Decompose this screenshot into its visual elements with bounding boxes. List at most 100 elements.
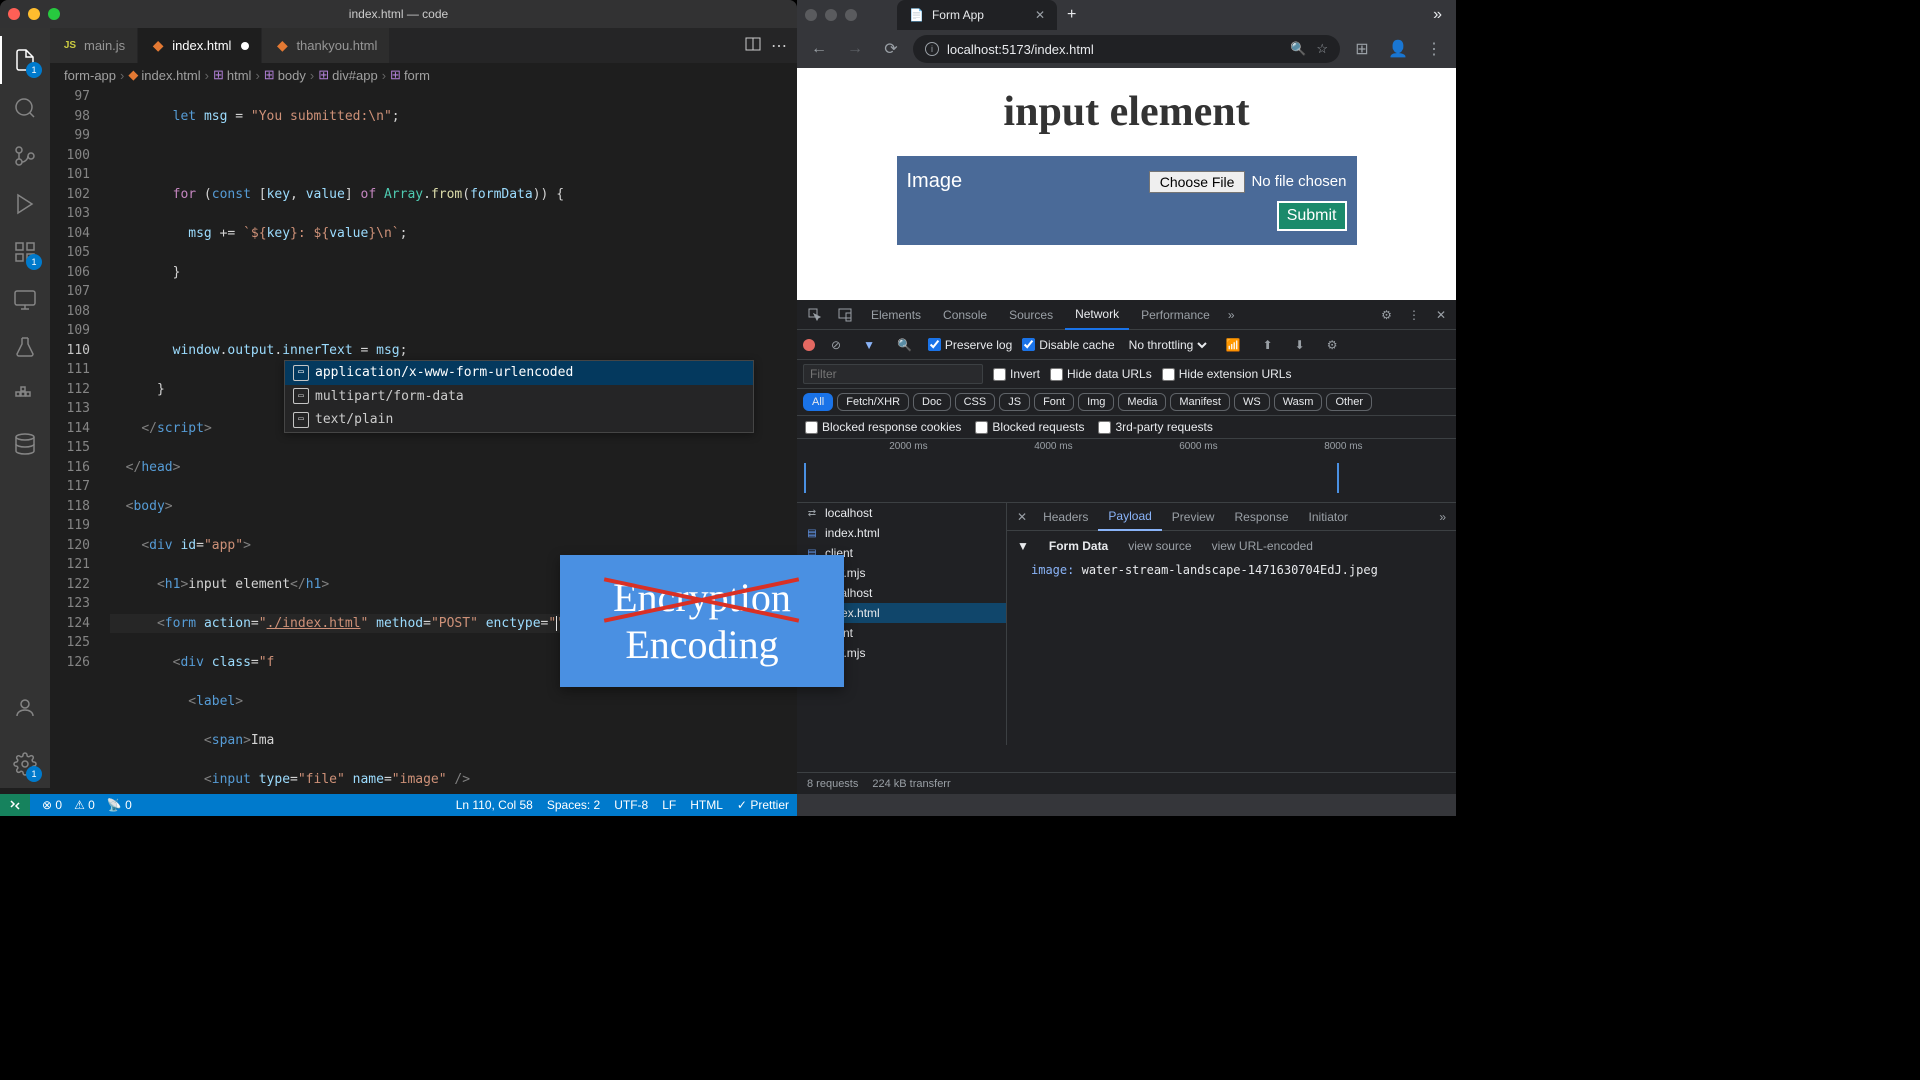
- extensions-icon[interactable]: ⊞: [1348, 35, 1376, 63]
- cursor-position[interactable]: Ln 110, Col 58: [456, 798, 533, 812]
- more-tabs-icon[interactable]: »: [1433, 510, 1452, 524]
- view-url-encoded-link[interactable]: view URL-encoded: [1212, 539, 1313, 553]
- record-button[interactable]: [803, 339, 815, 351]
- settings-gear-icon[interactable]: 1: [0, 740, 50, 788]
- expand-icon[interactable]: ▼: [1017, 539, 1029, 553]
- source-control-icon[interactable]: [0, 132, 50, 180]
- request-row[interactable]: ⇄localhost: [797, 503, 1006, 523]
- blocked-cookies-checkbox[interactable]: Blocked response cookies: [805, 420, 961, 434]
- extensions-icon[interactable]: 1: [0, 228, 50, 276]
- site-info-icon[interactable]: i: [925, 42, 939, 56]
- pill-ws[interactable]: WS: [1234, 393, 1270, 411]
- tab-elements[interactable]: Elements: [861, 300, 931, 330]
- pill-media[interactable]: Media: [1118, 393, 1166, 411]
- back-button[interactable]: ←: [805, 35, 833, 63]
- throttling-select[interactable]: No throttling: [1125, 337, 1210, 353]
- close-detail-icon[interactable]: ✕: [1011, 510, 1033, 524]
- breadcrumb-item[interactable]: ◆ index.html: [128, 67, 200, 83]
- more-actions-icon[interactable]: ⋯: [771, 36, 787, 56]
- eol[interactable]: LF: [662, 798, 676, 812]
- disable-cache-checkbox[interactable]: Disable cache: [1022, 338, 1114, 352]
- tab-console[interactable]: Console: [933, 300, 997, 330]
- remote-icon[interactable]: [0, 276, 50, 324]
- breadcrumb[interactable]: form-app › ◆ index.html › ⊞ html › ⊞ bod…: [50, 63, 797, 87]
- forward-button[interactable]: →: [841, 35, 869, 63]
- import-icon[interactable]: ⬆: [1257, 338, 1279, 352]
- invert-checkbox[interactable]: Invert: [993, 367, 1040, 381]
- new-tab-button[interactable]: +: [1057, 6, 1086, 24]
- pill-other[interactable]: Other: [1326, 393, 1372, 411]
- autocomplete-item[interactable]: ▭multipart/form-data: [285, 385, 753, 409]
- language-mode[interactable]: HTML: [690, 798, 723, 812]
- pill-fetch[interactable]: Fetch/XHR: [837, 393, 909, 411]
- third-party-checkbox[interactable]: 3rd-party requests: [1098, 420, 1212, 434]
- chevron-down-icon[interactable]: »: [1427, 6, 1448, 24]
- hide-extension-urls-checkbox[interactable]: Hide extension URLs: [1162, 367, 1292, 381]
- filter-input[interactable]: [803, 364, 983, 384]
- indentation[interactable]: Spaces: 2: [547, 798, 600, 812]
- run-debug-icon[interactable]: [0, 180, 50, 228]
- preserve-log-checkbox[interactable]: Preserve log: [928, 338, 1012, 352]
- pill-img[interactable]: Img: [1078, 393, 1114, 411]
- prettier-status[interactable]: ✓ Prettier: [737, 798, 789, 812]
- minimize-window-icon[interactable]: [28, 8, 40, 20]
- encoding[interactable]: UTF-8: [614, 798, 648, 812]
- detail-tab-payload[interactable]: Payload: [1098, 503, 1161, 531]
- breadcrumb-item[interactable]: form-app: [64, 68, 116, 83]
- close-icon[interactable]: ✕: [1430, 308, 1452, 322]
- browser-tab[interactable]: 📄 Form App ✕: [897, 0, 1057, 30]
- bookmark-icon[interactable]: ☆: [1316, 41, 1328, 57]
- detail-tab-headers[interactable]: Headers: [1033, 503, 1098, 531]
- zoom-icon[interactable]: 🔍: [1290, 41, 1306, 57]
- menu-icon[interactable]: ⋮: [1420, 35, 1448, 63]
- pill-doc[interactable]: Doc: [913, 393, 951, 411]
- search-icon[interactable]: 🔍: [891, 338, 918, 352]
- submit-button[interactable]: Submit: [1277, 201, 1347, 231]
- tab-network[interactable]: Network: [1065, 300, 1129, 330]
- database-icon[interactable]: [0, 420, 50, 468]
- tab-thankyou-html[interactable]: ◆ thankyou.html: [262, 28, 390, 63]
- filter-funnel-icon[interactable]: ▼: [857, 338, 881, 352]
- request-row[interactable]: ▤index.html: [797, 523, 1006, 543]
- settings-gear-icon[interactable]: ⚙: [1375, 308, 1398, 322]
- view-source-link[interactable]: view source: [1128, 539, 1191, 553]
- blocked-requests-checkbox[interactable]: Blocked requests: [975, 420, 1084, 434]
- detail-tab-initiator[interactable]: Initiator: [1299, 503, 1358, 531]
- tab-performance[interactable]: Performance: [1131, 300, 1220, 330]
- docker-icon[interactable]: [0, 372, 50, 420]
- close-window-icon[interactable]: [805, 9, 817, 21]
- network-conditions-icon[interactable]: 📶: [1220, 338, 1247, 352]
- address-bar[interactable]: i localhost:5173/index.html 🔍 ☆: [913, 35, 1340, 63]
- close-tab-icon[interactable]: ✕: [1035, 8, 1045, 22]
- testing-icon[interactable]: [0, 324, 50, 372]
- split-editor-icon[interactable]: [745, 36, 761, 56]
- file-input[interactable]: Choose File No file chosen: [1149, 171, 1347, 193]
- ports-count[interactable]: 📡 0: [107, 798, 132, 812]
- device-toolbar-icon[interactable]: [831, 307, 859, 323]
- choose-file-button[interactable]: Choose File: [1149, 171, 1246, 193]
- autocomplete-item[interactable]: ▭application/x-www-form-urlencoded: [285, 361, 753, 385]
- maximize-window-icon[interactable]: [48, 8, 60, 20]
- breadcrumb-item[interactable]: ⊞ form: [390, 67, 430, 83]
- autocomplete-item[interactable]: ▭text/plain: [285, 408, 753, 432]
- explorer-icon[interactable]: 1: [0, 36, 50, 84]
- detail-tab-preview[interactable]: Preview: [1162, 503, 1225, 531]
- search-icon[interactable]: [0, 84, 50, 132]
- breadcrumb-item[interactable]: ⊞ div#app: [318, 67, 377, 83]
- pill-js[interactable]: JS: [999, 393, 1030, 411]
- close-window-icon[interactable]: [8, 8, 20, 20]
- maximize-window-icon[interactable]: [845, 9, 857, 21]
- settings-gear-icon[interactable]: ⚙: [1321, 338, 1344, 352]
- breadcrumb-item[interactable]: ⊞ body: [264, 67, 306, 83]
- tab-sources[interactable]: Sources: [999, 300, 1063, 330]
- pill-all[interactable]: All: [803, 393, 833, 411]
- hide-data-urls-checkbox[interactable]: Hide data URLs: [1050, 367, 1152, 381]
- more-tabs-icon[interactable]: »: [1222, 308, 1241, 322]
- menu-icon[interactable]: ⋮: [1402, 308, 1426, 322]
- tab-index-html[interactable]: ◆ index.html: [138, 28, 262, 63]
- warnings-count[interactable]: ⚠ 0: [74, 798, 95, 812]
- pill-manifest[interactable]: Manifest: [1170, 393, 1230, 411]
- profile-icon[interactable]: 👤: [1384, 35, 1412, 63]
- minimize-window-icon[interactable]: [825, 9, 837, 21]
- inspect-icon[interactable]: [801, 307, 829, 323]
